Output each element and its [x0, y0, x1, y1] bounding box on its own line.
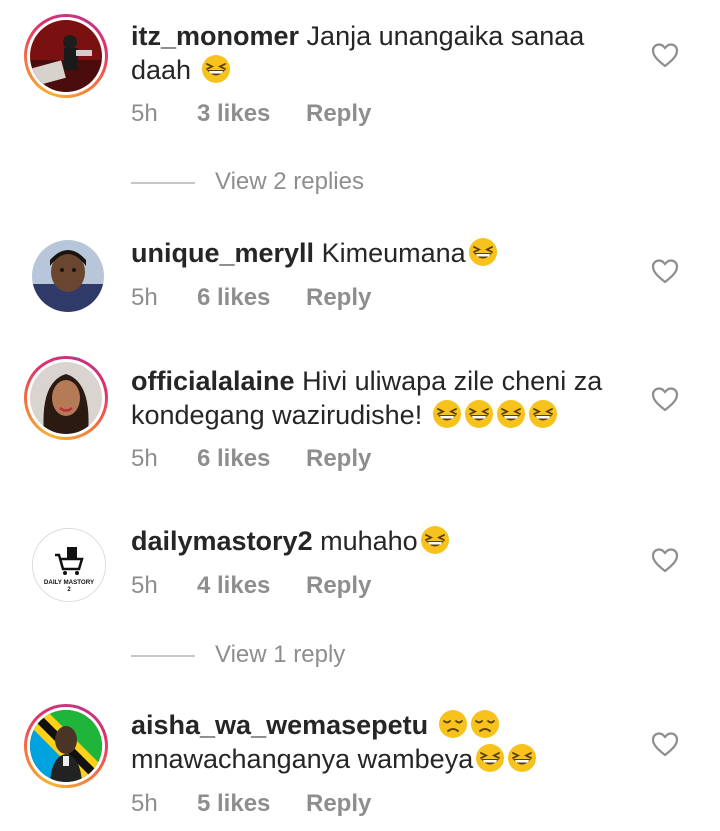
heart-icon[interactable]	[651, 386, 679, 414]
likes-count[interactable]: 6 likes	[197, 445, 270, 473]
username[interactable]: aisha_wa_wemasepetu	[131, 710, 428, 740]
reply-button[interactable]: Reply	[306, 790, 371, 818]
avatar[interactable]	[32, 240, 104, 312]
view-replies-label: View 2 replies	[215, 168, 364, 195]
comment-text: officialalaine Hivi uliwapa zile cheni z…	[131, 364, 631, 432]
pensive-emoji-icon	[470, 709, 500, 739]
comment-text: aisha_wa_wemasepetu mnawachanganya wambe…	[131, 708, 631, 776]
username[interactable]: unique_meryll	[131, 238, 314, 268]
story-ring[interactable]	[24, 14, 108, 98]
reply-button[interactable]: Reply	[306, 572, 371, 600]
divider-line	[131, 181, 195, 184]
timestamp: 5h	[131, 445, 158, 472]
laughing-emoji-icon	[420, 525, 450, 555]
comment-body: Kimeumana	[321, 238, 466, 268]
view-replies-button[interactable]: View 1 reply	[131, 641, 345, 669]
comment-text: dailymastory2 muhaho	[131, 524, 631, 558]
timestamp: 5h	[131, 572, 158, 599]
timestamp: 5h	[131, 790, 158, 817]
comment-body: Hivi uliwapa zile cheni za	[302, 366, 603, 396]
view-replies-label: View 1 reply	[215, 641, 346, 668]
comment-text: itz_monomer Janja unangaika sanaa daah	[131, 19, 631, 87]
likes-count[interactable]: 4 likes	[197, 572, 270, 600]
comment-body-line2: kondegang wazirudishe!	[131, 400, 423, 430]
reply-button[interactable]: Reply	[306, 100, 371, 128]
avatar	[30, 20, 102, 92]
laughing-emoji-icon	[201, 54, 231, 84]
laughing-emoji-icon	[432, 399, 462, 429]
laughing-emoji-icon	[475, 743, 505, 773]
pensive-emoji-icon	[438, 709, 468, 739]
comment-body: Janja unangaika sanaa	[306, 21, 585, 51]
heart-icon[interactable]	[651, 258, 679, 286]
comment-text: unique_meryll Kimeumana	[131, 236, 631, 270]
likes-count[interactable]: 6 likes	[197, 284, 270, 312]
heart-icon[interactable]	[651, 731, 679, 759]
likes-count[interactable]: 3 likes	[197, 100, 270, 128]
view-replies-button[interactable]: View 2 replies	[131, 168, 364, 196]
username[interactable]: officialalaine	[131, 366, 295, 396]
reply-button[interactable]: Reply	[306, 284, 371, 312]
reply-button[interactable]: Reply	[306, 445, 371, 473]
divider-line	[131, 654, 195, 657]
avatar	[30, 710, 102, 782]
laughing-emoji-icon	[468, 237, 498, 267]
laughing-emoji-icon	[496, 399, 526, 429]
avatar-brand-text: DAILY MASTORY	[44, 579, 95, 586]
laughing-emoji-icon	[528, 399, 558, 429]
username[interactable]: dailymastory2	[131, 526, 313, 556]
comment-body-line2: daah	[131, 55, 192, 85]
heart-icon[interactable]	[651, 42, 679, 70]
timestamp: 5h	[131, 100, 158, 127]
comment-body: muhaho	[320, 526, 418, 556]
story-ring[interactable]	[24, 356, 108, 440]
username[interactable]: itz_monomer	[131, 21, 299, 51]
timestamp: 5h	[131, 284, 158, 311]
avatar[interactable]: DAILY MASTORY 2	[32, 528, 106, 602]
heart-icon[interactable]	[651, 547, 679, 575]
laughing-emoji-icon	[464, 399, 494, 429]
comment-body: mnawachanganya wambeya	[131, 744, 474, 774]
likes-count[interactable]: 5 likes	[197, 790, 270, 818]
laughing-emoji-icon	[507, 743, 537, 773]
avatar	[30, 362, 102, 434]
story-ring[interactable]	[24, 704, 108, 788]
